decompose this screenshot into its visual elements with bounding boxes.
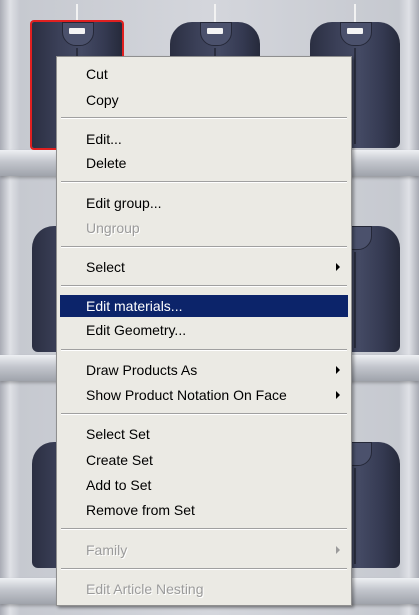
- menu-item-create-set[interactable]: Create Set: [60, 449, 348, 471]
- menu-separator: [61, 117, 347, 119]
- menu-item-ungroup: Ungroup: [60, 217, 348, 239]
- submenu-arrow-icon: [336, 546, 340, 554]
- menu-separator: [61, 285, 347, 287]
- menu-item-label: Edit group...: [86, 195, 162, 211]
- submenu-arrow-icon: [336, 391, 340, 399]
- submenu-arrow-icon: [336, 366, 340, 374]
- shirt-label: [69, 28, 85, 34]
- menu-item-label: Copy: [86, 92, 119, 108]
- menu-item-add-to-set[interactable]: Add to Set: [60, 474, 348, 496]
- menu-item-show-product-notation[interactable]: Show Product Notation On Face: [60, 384, 348, 406]
- menu-item-edit[interactable]: Edit...: [60, 128, 348, 150]
- menu-item-edit-geometry[interactable]: Edit Geometry...: [60, 319, 348, 341]
- menu-item-family: Family: [60, 539, 348, 561]
- menu-item-cut[interactable]: Cut: [60, 63, 348, 85]
- menu-separator: [61, 528, 347, 530]
- shirt-collar: [340, 22, 372, 46]
- menu-item-copy[interactable]: Copy: [60, 89, 348, 111]
- shirt-collar: [62, 22, 94, 46]
- submenu-arrow-icon: [336, 263, 340, 271]
- menu-item-delete[interactable]: Delete: [60, 152, 348, 174]
- context-menu: Cut Copy Edit... Delete Edit group... Un…: [56, 56, 352, 606]
- menu-item-label: Edit materials...: [86, 298, 183, 314]
- menu-item-select[interactable]: Select: [60, 256, 348, 278]
- menu-separator: [61, 413, 347, 415]
- menu-item-remove-from-set[interactable]: Remove from Set: [60, 499, 348, 521]
- menu-item-label: Create Set: [86, 452, 153, 468]
- menu-item-label: Remove from Set: [86, 502, 195, 518]
- menu-item-label: Select: [86, 259, 125, 275]
- shirt-label: [207, 28, 223, 34]
- menu-item-draw-products-as[interactable]: Draw Products As: [60, 359, 348, 381]
- hanger-hook: [214, 4, 216, 22]
- menu-item-label: Delete: [86, 155, 127, 171]
- menu-item-edit-article-nesting: Edit Article Nesting: [60, 578, 348, 600]
- menu-item-label: Cut: [86, 66, 108, 82]
- shirt-collar: [200, 22, 232, 46]
- menu-item-label: Show Product Notation On Face: [86, 387, 287, 403]
- menu-item-label: Edit...: [86, 131, 122, 147]
- menu-item-label: Edit Article Nesting: [86, 581, 204, 597]
- menu-item-edit-materials[interactable]: Edit materials...: [60, 295, 348, 317]
- menu-item-label: Edit Geometry...: [86, 322, 187, 338]
- shirt-placket: [354, 48, 356, 144]
- hanger-hook: [354, 4, 356, 22]
- hanger-hook: [76, 4, 78, 22]
- shirt-placket: [354, 468, 356, 564]
- menu-item-select-set[interactable]: Select Set: [60, 423, 348, 445]
- shirt-placket: [354, 252, 356, 348]
- menu-separator: [61, 568, 347, 570]
- menu-item-label: Ungroup: [86, 220, 140, 236]
- menu-separator: [61, 181, 347, 183]
- menu-item-label: Select Set: [86, 426, 150, 442]
- menu-separator: [61, 349, 347, 351]
- menu-item-label: Family: [86, 542, 128, 558]
- menu-item-label: Add to Set: [86, 477, 152, 493]
- menu-item-edit-group[interactable]: Edit group...: [60, 192, 348, 214]
- shirt-label: [347, 28, 363, 34]
- menu-item-label: Draw Products As: [86, 362, 198, 378]
- menu-separator: [61, 246, 347, 248]
